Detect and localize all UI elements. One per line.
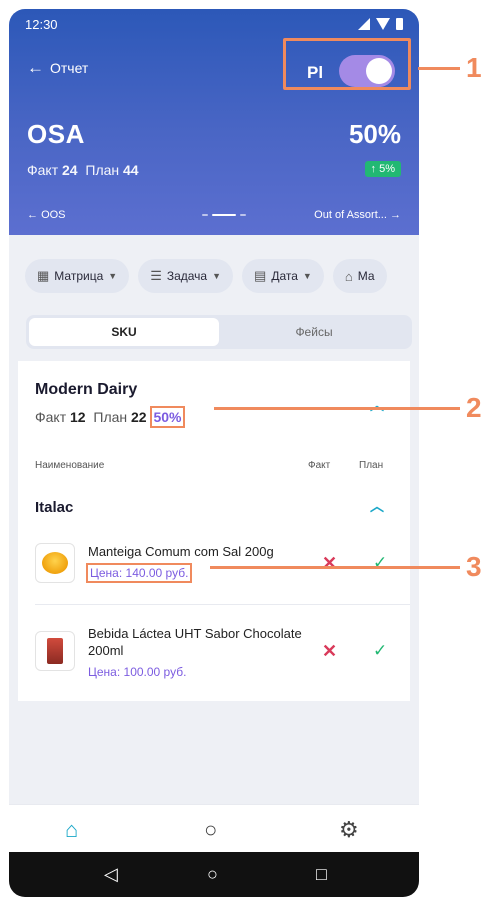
- system-back-icon[interactable]: ◁: [104, 864, 118, 885]
- system-home-icon[interactable]: ○: [207, 864, 218, 885]
- calendar-icon: ▤: [254, 268, 267, 283]
- plan-label: План: [85, 162, 120, 178]
- fact-missing-icon: ✕: [322, 641, 338, 661]
- battery-icon: [396, 18, 403, 30]
- view-switch: SKU Фейсы: [26, 315, 412, 349]
- bottom-navigation: ⌂ ○ ⚙: [9, 804, 419, 852]
- group-plan-value: 22: [131, 409, 147, 425]
- back-button[interactable]: ← Отчет: [27, 59, 88, 76]
- phone-screen: 12:30 ← Отчет Pl OSA 50% Факт 24 План 44…: [9, 9, 419, 897]
- pager-dot: [240, 214, 246, 216]
- next-metric-link[interactable]: Out of Assort... →: [314, 209, 401, 221]
- pager-dots: [202, 214, 246, 216]
- wifi-icon: [376, 18, 390, 30]
- callout-line-2: [214, 407, 460, 410]
- status-icons: [358, 18, 403, 30]
- divider: [35, 604, 410, 605]
- group-title: Modern Dairy: [35, 381, 138, 398]
- group-percent: 50%: [150, 406, 185, 428]
- callout-box-toggle: [283, 38, 411, 90]
- collapse-subgroup-icon[interactable]: ︿: [370, 496, 384, 516]
- fact-label: Факт: [27, 162, 59, 178]
- delta-badge: ↑ 5%: [364, 161, 401, 177]
- subgroup-title: Italac: [35, 499, 74, 516]
- filter-store[interactable]: ⌂ Ма: [332, 259, 387, 293]
- arrow-left-icon: ←: [27, 58, 44, 77]
- group-card: Modern Dairy Факт 12 План 22 50% ︿ Наиме…: [18, 361, 410, 701]
- callout-number-3: 3: [466, 551, 482, 582]
- group-fact-label: Факт: [35, 409, 67, 425]
- filter-bar: ▦ Матрица ▼ ☰ Задача ▼ ▤ Дата ▼ ⌂ Ма: [25, 259, 419, 293]
- collapse-group-icon[interactable]: ︿: [370, 395, 384, 415]
- system-recents-icon[interactable]: □: [316, 864, 327, 885]
- product-name: Bebida Láctea UHT Sabor Chocolate 200ml: [88, 626, 302, 658]
- list-item[interactable]: Bebida Láctea UHT Sabor Chocolate 200ml …: [35, 625, 395, 685]
- pager-dot: [202, 214, 208, 216]
- column-fact: Факт: [308, 460, 331, 471]
- plan-value: 44: [123, 162, 139, 178]
- product-price: Цена: 140.00 руб.: [86, 563, 193, 583]
- list-item[interactable]: Manteiga Comum com Sal 200g Цена: 140.00…: [35, 541, 395, 597]
- product-name: Manteiga Comum com Sal 200g: [88, 544, 274, 559]
- search-icon[interactable]: ○: [204, 817, 217, 843]
- product-image: [35, 631, 75, 671]
- metric-value: 50%: [348, 119, 401, 149]
- grid-icon: ▦: [37, 268, 50, 283]
- callout-number-1: 1: [466, 52, 482, 83]
- metric-name: OSA: [27, 119, 85, 149]
- column-name: Наименование: [35, 460, 105, 471]
- fact-missing-icon: ✕: [322, 553, 338, 573]
- metric-summary: Факт 24 План 44: [27, 162, 139, 178]
- drink-box-icon: [47, 638, 63, 664]
- product-image: [35, 543, 75, 583]
- pager-dot-active: [212, 214, 236, 216]
- next-metric-label: Out of Assort...: [314, 209, 387, 221]
- callout-number-2: 2: [466, 392, 482, 423]
- tab-sku[interactable]: SKU: [29, 318, 219, 346]
- group-summary: Факт 12 План 22 50%: [35, 406, 185, 428]
- store-icon: ⌂: [344, 268, 353, 284]
- callout-line-1: [418, 67, 460, 70]
- chevron-down-icon: ▼: [302, 271, 312, 281]
- chevron-down-icon: ▼: [108, 271, 118, 281]
- prev-metric-link[interactable]: ← OOS: [27, 209, 66, 221]
- filter-label: Дата: [271, 269, 298, 283]
- task-icon: ☰: [150, 268, 162, 283]
- filter-label: Ма: [357, 269, 375, 283]
- filter-matrix[interactable]: ▦ Матрица ▼: [25, 259, 130, 293]
- butter-tub-icon: [42, 552, 68, 574]
- group-plan-label: План: [93, 409, 128, 425]
- home-icon[interactable]: ⌂: [65, 817, 78, 843]
- filter-label: Матрица: [54, 269, 104, 283]
- product-price: Цена: 100.00 руб.: [88, 665, 187, 679]
- group-fact-value: 12: [70, 409, 86, 425]
- prev-metric-label: OOS: [41, 209, 66, 221]
- fact-value: 24: [62, 162, 78, 178]
- metric-pager: ← OOS Out of Assort... →: [27, 209, 401, 225]
- gear-icon[interactable]: ⚙: [339, 817, 359, 843]
- column-plan: План: [359, 460, 384, 471]
- status-time: 12:30: [25, 17, 58, 32]
- tab-faces[interactable]: Фейсы: [219, 318, 409, 346]
- filter-label: Задача: [166, 269, 208, 283]
- back-label: Отчет: [50, 59, 89, 76]
- system-nav-bar: ◁ ○ □: [9, 852, 419, 897]
- plan-check-icon: ✓: [373, 641, 388, 660]
- plan-check-icon: ✓: [373, 553, 388, 572]
- chevron-down-icon: ▼: [212, 271, 222, 281]
- callout-line-3: [210, 566, 460, 569]
- signal-icon: [358, 18, 370, 30]
- status-bar: 12:30: [25, 15, 403, 35]
- filter-task[interactable]: ☰ Задача ▼: [138, 259, 234, 293]
- filter-date[interactable]: ▤ Дата ▼: [242, 259, 324, 293]
